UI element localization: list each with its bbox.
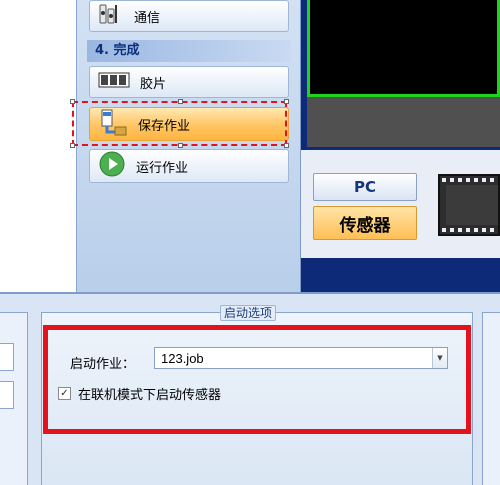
filmstrip-icon bbox=[98, 70, 130, 94]
film-frame-image bbox=[446, 185, 498, 225]
right-options-group bbox=[482, 312, 500, 485]
nav-item-filmstrip-label: 胶片 bbox=[140, 76, 167, 92]
nav-item-run-job[interactable]: 运行作业 bbox=[89, 149, 289, 183]
film-frame-thumbnail[interactable] bbox=[438, 174, 500, 236]
left-options-group bbox=[0, 312, 28, 485]
startup-job-label: 启动作业： bbox=[70, 357, 136, 372]
sensor-mode-button[interactable]: 传感器 bbox=[313, 206, 417, 240]
startup-job-select[interactable]: 123.job ▼ bbox=[154, 347, 448, 369]
mode-switch-panel: PC 传感器 bbox=[301, 150, 500, 258]
startup-options-title: 启动选项 bbox=[220, 305, 277, 321]
online-mode-checkbox[interactable]: ✓ bbox=[58, 387, 71, 400]
run-job-icon bbox=[98, 150, 126, 182]
startup-job-value: 123.job bbox=[161, 351, 204, 366]
task-nav-panel: 通信 4. 完成 胶片 保存作业 运行作业 bbox=[77, 0, 301, 292]
nav-item-filmstrip[interactable]: 胶片 bbox=[89, 66, 289, 98]
pc-mode-button[interactable]: PC bbox=[313, 173, 417, 201]
left-blank-pane bbox=[0, 0, 77, 292]
nav-item-communication[interactable]: 通信 bbox=[89, 0, 289, 32]
film-perforation-top bbox=[442, 178, 498, 182]
nav-item-run-job-label: 运行作业 bbox=[136, 160, 189, 176]
save-job-icon bbox=[98, 107, 128, 141]
online-mode-label: 在联机模式下启动传感器 bbox=[78, 388, 222, 403]
properties-area: 启动选项 启动作业： 123.job ▼ ✓ 在联机模式下启动传感器 bbox=[0, 292, 500, 485]
nav-item-save-job-label: 保存作业 bbox=[138, 118, 191, 134]
image-status-strip bbox=[307, 97, 500, 147]
startup-options-group: 启动选项 启动作业： 123.job ▼ ✓ 在联机模式下启动传感器 bbox=[41, 305, 473, 485]
camera-image-view[interactable] bbox=[307, 0, 500, 97]
film-perforation-bottom bbox=[442, 228, 498, 232]
chevron-down-icon[interactable]: ▼ bbox=[432, 348, 447, 368]
section-header-finish: 4. 完成 bbox=[87, 40, 291, 62]
communication-icon bbox=[98, 1, 124, 31]
nav-item-communication-label: 通信 bbox=[134, 10, 161, 26]
nav-item-save-job[interactable]: 保存作业 bbox=[89, 107, 289, 141]
left-group-button[interactable] bbox=[0, 381, 14, 409]
left-group-button[interactable] bbox=[0, 343, 14, 371]
